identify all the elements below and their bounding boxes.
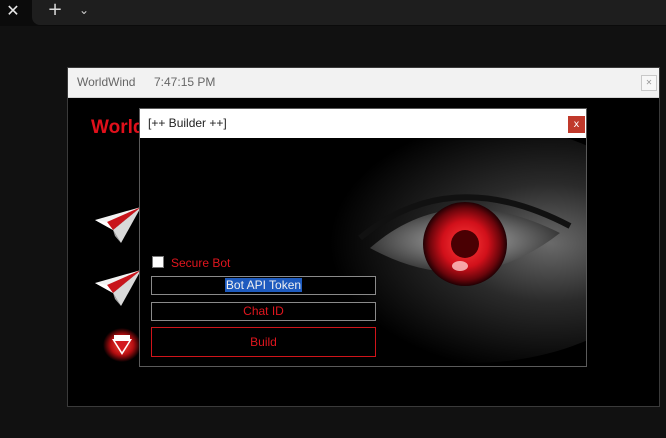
builder-titlebar: [++ Builder ++] x [140,109,586,139]
builder-dialog: [++ Builder ++] x Secure Bot Bot API Tok… [139,108,587,367]
secure-bot-label: Secure Bot [171,256,231,270]
token-value: Bot API Token [224,278,303,292]
clock-text: 7:47:15 PM [154,75,216,89]
close-tab-icon[interactable]: ✕ [0,0,26,22]
close-icon[interactable]: x [568,116,585,133]
browser-tab-strip: ✕ + ⌄ [0,0,666,26]
new-tab-icon[interactable]: + [44,0,66,20]
main-titlebar: WorldWind 7:47:15 PM ✕ [68,68,659,98]
window-title: WorldWind [77,75,136,89]
chevron-down-icon[interactable]: ⌄ [74,0,94,20]
build-button[interactable]: Build [151,327,376,357]
secure-bot-checkbox[interactable] [152,256,164,268]
brand-title: World [91,117,145,138]
close-icon[interactable]: ✕ [641,75,657,91]
tab-strip-frame [32,0,666,25]
chat-id-input[interactable]: Chat ID [151,302,376,321]
paper-plane-icon[interactable] [93,269,143,307]
bot-api-token-input[interactable]: Bot API Token [151,276,376,295]
paper-plane-icon[interactable] [93,206,143,244]
certificate-icon[interactable] [102,327,142,363]
dialog-title: [++ Builder ++] [148,116,227,130]
